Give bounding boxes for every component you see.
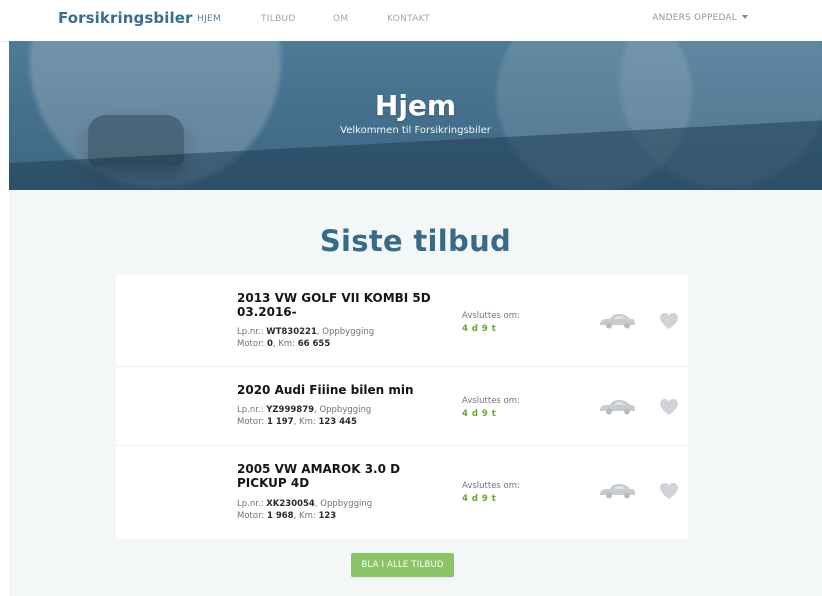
vehicle-title: 2020 Audi Fiiine bilen min — [237, 383, 414, 397]
motor-value: 1 968 — [266, 511, 294, 521]
latest-offers-section: Siste tilbud 2013 VW GOLF VII KOMBI 5D 0… — [9, 190, 822, 596]
nav-link-hjem[interactable]: HJEM — [197, 14, 221, 24]
vehicle-title: 2005 VW AMAROK 3.0 D PICKUP 4D — [237, 462, 401, 490]
lp-label: Lp.nr.: — [237, 499, 264, 509]
lp-value: YZ999879 — [266, 405, 315, 415]
status-value: Oppbygging — [320, 499, 373, 509]
lp-value: WT830221 — [266, 327, 317, 337]
status-value: Oppbygging — [322, 327, 375, 337]
top-navbar: Forsikringsbiler HJEM TILBUD OM KONTAKT … — [0, 0, 822, 42]
vehicle-title: 2013 VW GOLF VII KOMBI 5D 03.2016- — [237, 291, 431, 319]
vehicle-reg-line: Lp.nr.: XK230054, Oppbygging — [237, 499, 373, 509]
section-title: Siste tilbud — [319, 224, 512, 258]
vehicle-thumbnail — [130, 383, 216, 439]
ends-countdown: 4 d 9 t — [462, 409, 497, 419]
offer-row[interactable]: 2013 VW GOLF VII KOMBI 5D 03.2016- Lp.nr… — [116, 275, 688, 366]
car-icon[interactable] — [597, 396, 637, 416]
motor-label: Motor: — [237, 339, 265, 349]
hero-banner: Hjem Velkommen til Forsikringsbiler — [9, 41, 822, 190]
offer-row[interactable]: 2005 VW AMAROK 3.0 D PICKUP 4D Lp.nr.: X… — [116, 445, 688, 538]
lp-label: Lp.nr.: — [237, 405, 264, 415]
km-label: Km: — [299, 511, 316, 521]
km-label: Km: — [278, 339, 296, 349]
motor-label: Motor: — [237, 511, 265, 521]
nav-link-tilbud[interactable]: TILBUD — [261, 14, 296, 24]
hero-car-silhouette — [88, 115, 184, 167]
nav-link-kontakt[interactable]: KONTAKT — [387, 14, 430, 24]
heart-icon[interactable] — [658, 310, 680, 330]
browse-all-offers-button[interactable]: BLA I ALLE TILBUD — [351, 553, 454, 577]
ends-label: Avsluttes om: — [462, 396, 520, 406]
km-label: Km: — [299, 417, 316, 427]
heart-icon[interactable] — [658, 396, 680, 416]
lp-value: XK230054 — [266, 499, 315, 509]
hero-subtitle: Velkommen til Forsikringsbiler — [340, 125, 491, 136]
hero-title: Hjem — [374, 89, 457, 122]
motor-value: 0 — [266, 339, 273, 349]
motor-value: 1 197 — [266, 417, 294, 427]
heart-icon[interactable] — [658, 480, 680, 500]
car-icon[interactable] — [597, 310, 637, 330]
status-value: Oppbygging — [319, 405, 372, 415]
lp-label: Lp.nr.: — [237, 327, 264, 337]
vehicle-reg-line: Lp.nr.: WT830221, Oppbygging — [237, 327, 375, 337]
offers-card: 2013 VW GOLF VII KOMBI 5D 03.2016- Lp.nr… — [116, 275, 688, 538]
offer-row[interactable]: 2020 Audi Fiiine bilen min Lp.nr.: YZ999… — [116, 366, 688, 446]
brand-link[interactable]: Forsikringsbiler — [58, 9, 192, 27]
vehicle-stats-line: Motor: 1 968, Km: 123 — [237, 511, 337, 521]
ends-label: Avsluttes om: — [462, 311, 520, 321]
user-name: ANDERS OPPEDAL — [652, 13, 737, 23]
ends-countdown: 4 d 9 t — [462, 494, 497, 504]
vehicle-stats-line: Motor: 0, Km: 66 655 — [237, 339, 331, 349]
ends-countdown: 4 d 9 t — [462, 324, 497, 334]
km-value: 123 445 — [318, 417, 357, 427]
vehicle-reg-line: Lp.nr.: YZ999879, Oppbygging — [237, 405, 372, 415]
km-value: 123 — [318, 511, 337, 521]
car-icon[interactable] — [597, 480, 637, 500]
km-value: 66 655 — [297, 339, 331, 349]
vehicle-stats-line: Motor: 1 197, Km: 123 445 — [237, 417, 357, 427]
user-menu[interactable]: ANDERS OPPEDAL — [652, 13, 748, 23]
nav-link-om[interactable]: OM — [333, 14, 348, 24]
motor-label: Motor: — [237, 417, 265, 427]
chevron-down-icon — [742, 14, 748, 19]
vehicle-thumbnail — [130, 462, 216, 518]
ends-label: Avsluttes om: — [462, 481, 520, 491]
page: Forsikringsbiler HJEM TILBUD OM KONTAKT … — [0, 0, 822, 596]
vehicle-thumbnail — [130, 291, 216, 347]
